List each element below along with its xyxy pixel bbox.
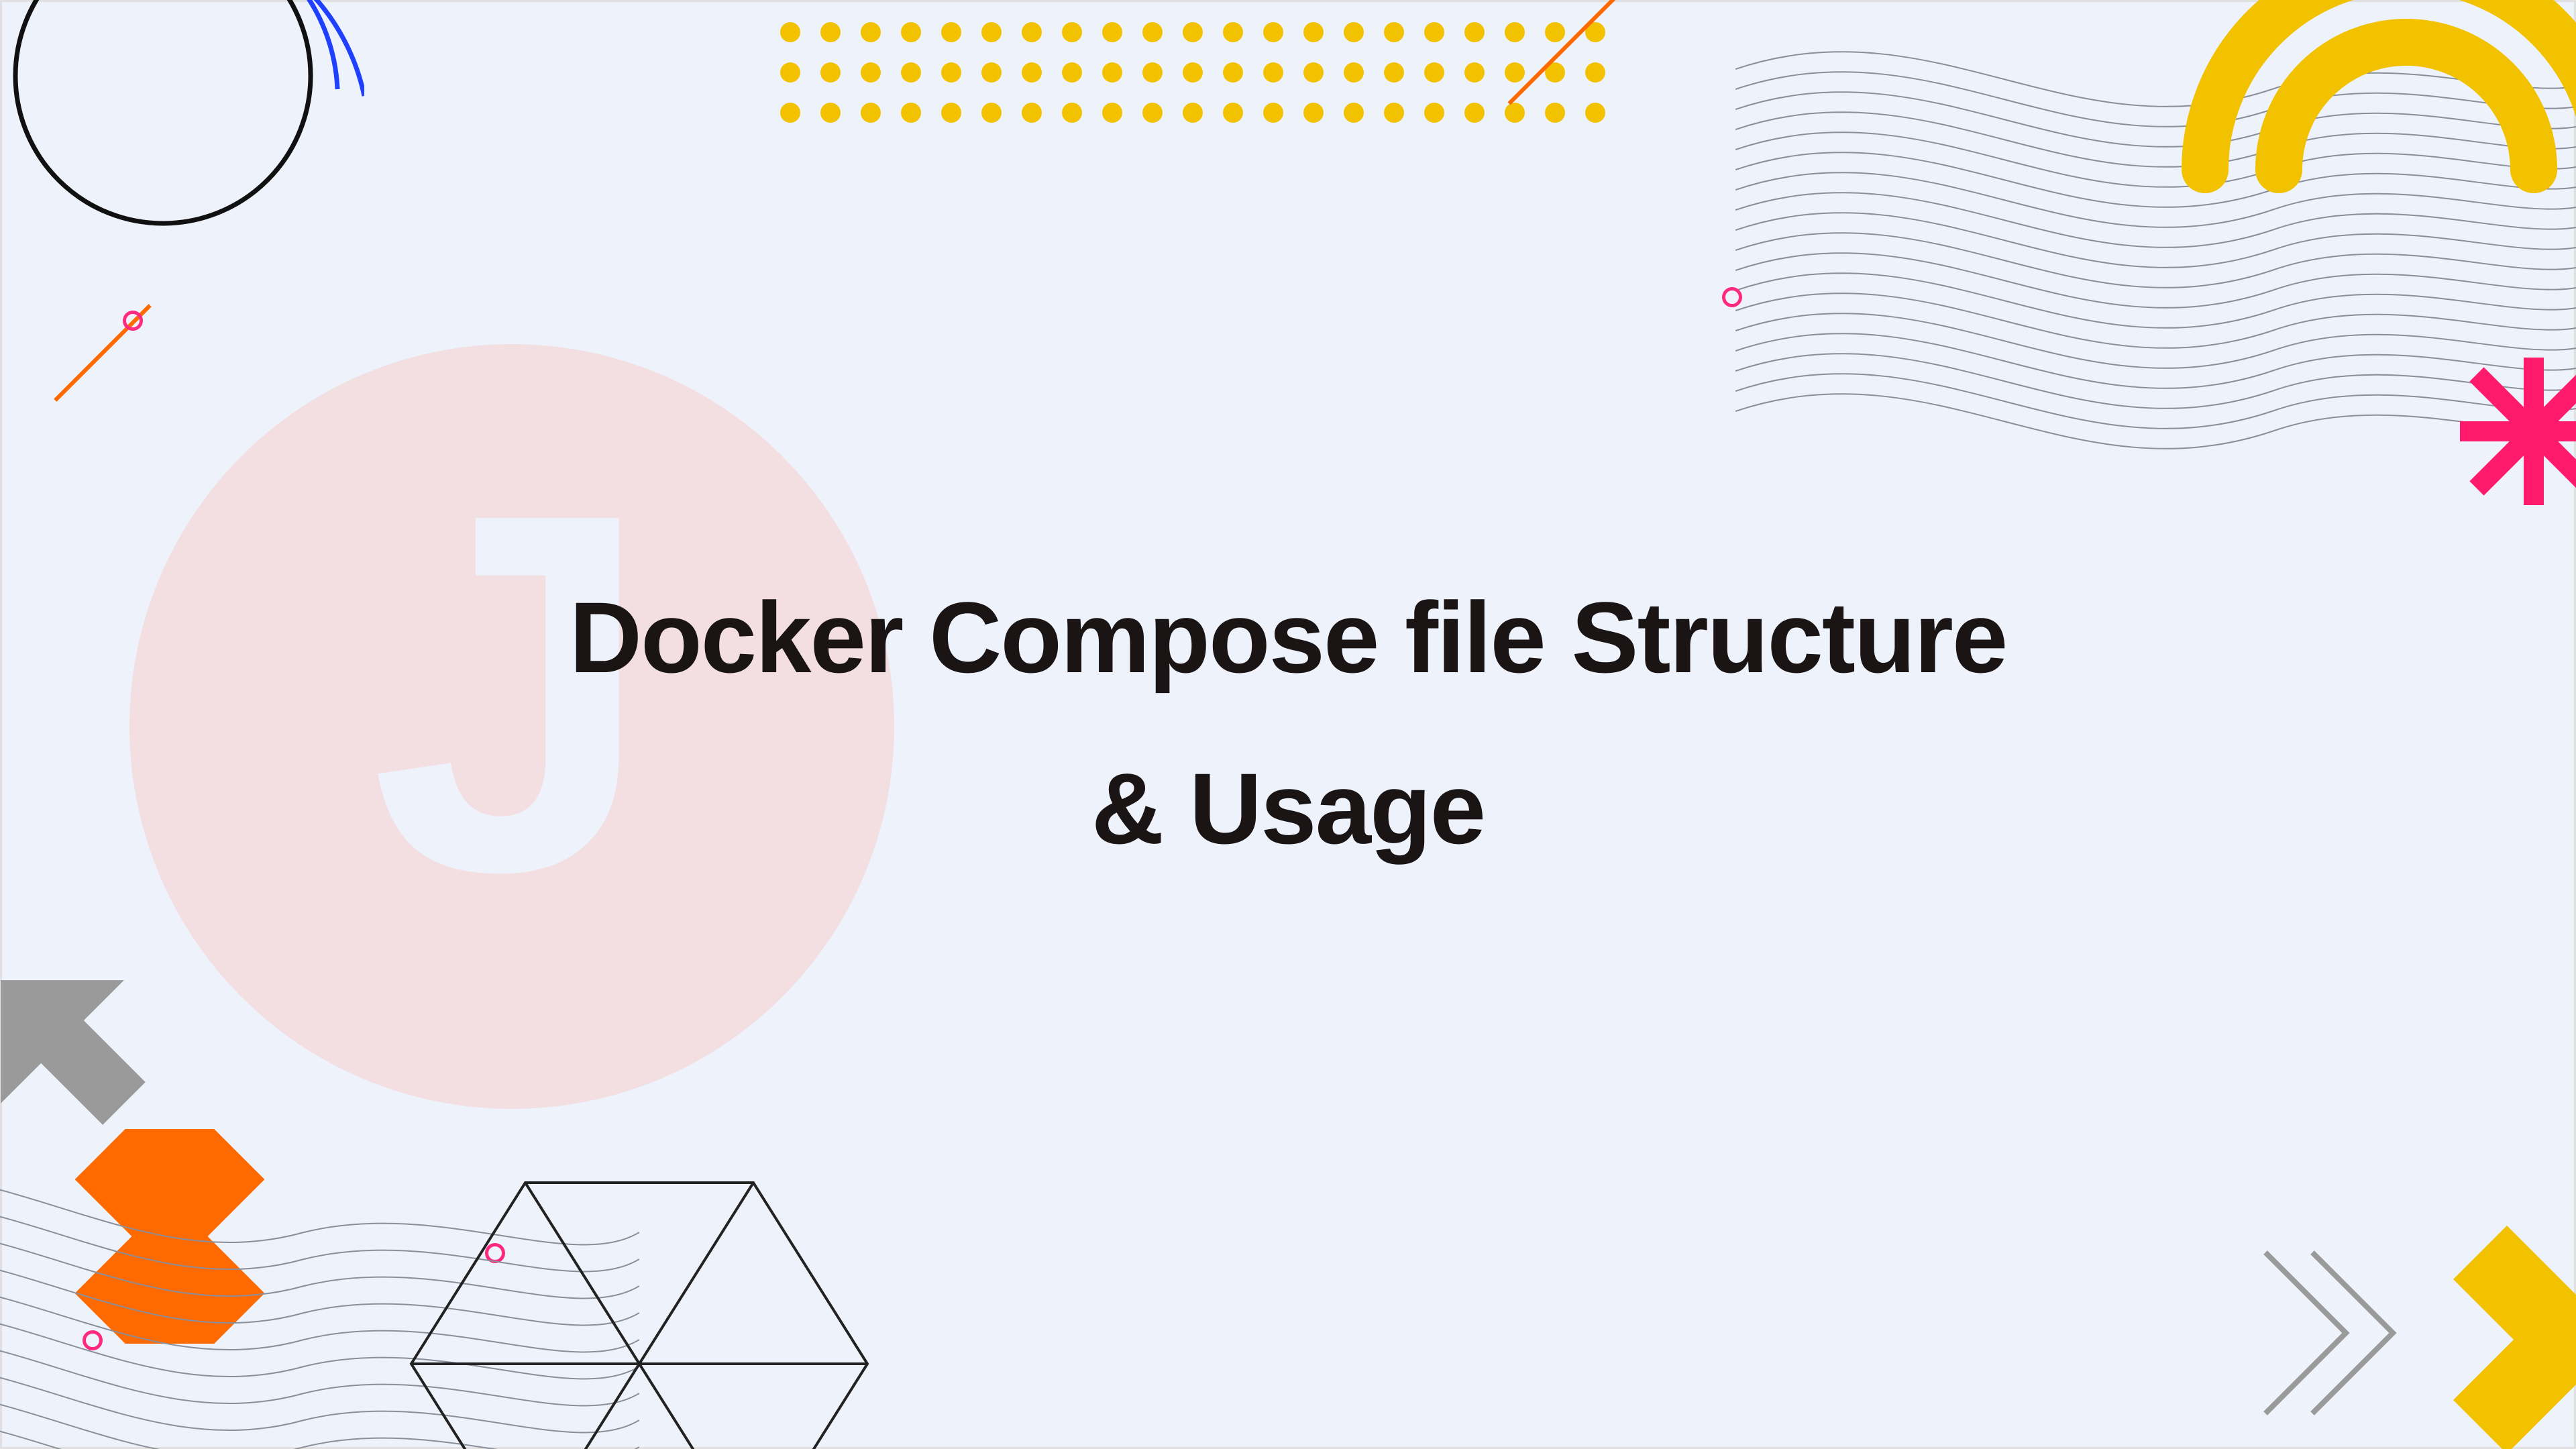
- gray-chevron-icon: [0, 955, 150, 1132]
- asterisk-icon: [2460, 358, 2576, 505]
- title-line-1: Docker Compose file Structure: [2, 552, 2574, 723]
- small-circle-icon: [123, 311, 143, 331]
- slide-title: Docker Compose file Structure & Usage: [2, 552, 2574, 894]
- dot-grid-icon: [780, 22, 1605, 123]
- title-line-2: & Usage: [2, 723, 2574, 894]
- diamond-outline-icon: [2225, 1246, 2400, 1420]
- small-circle-icon: [1722, 287, 1742, 307]
- diamond-yellow-icon: [2393, 1226, 2576, 1449]
- arcs-top-left: [0, 0, 364, 304]
- hexagon-cube-icon: [371, 1176, 908, 1449]
